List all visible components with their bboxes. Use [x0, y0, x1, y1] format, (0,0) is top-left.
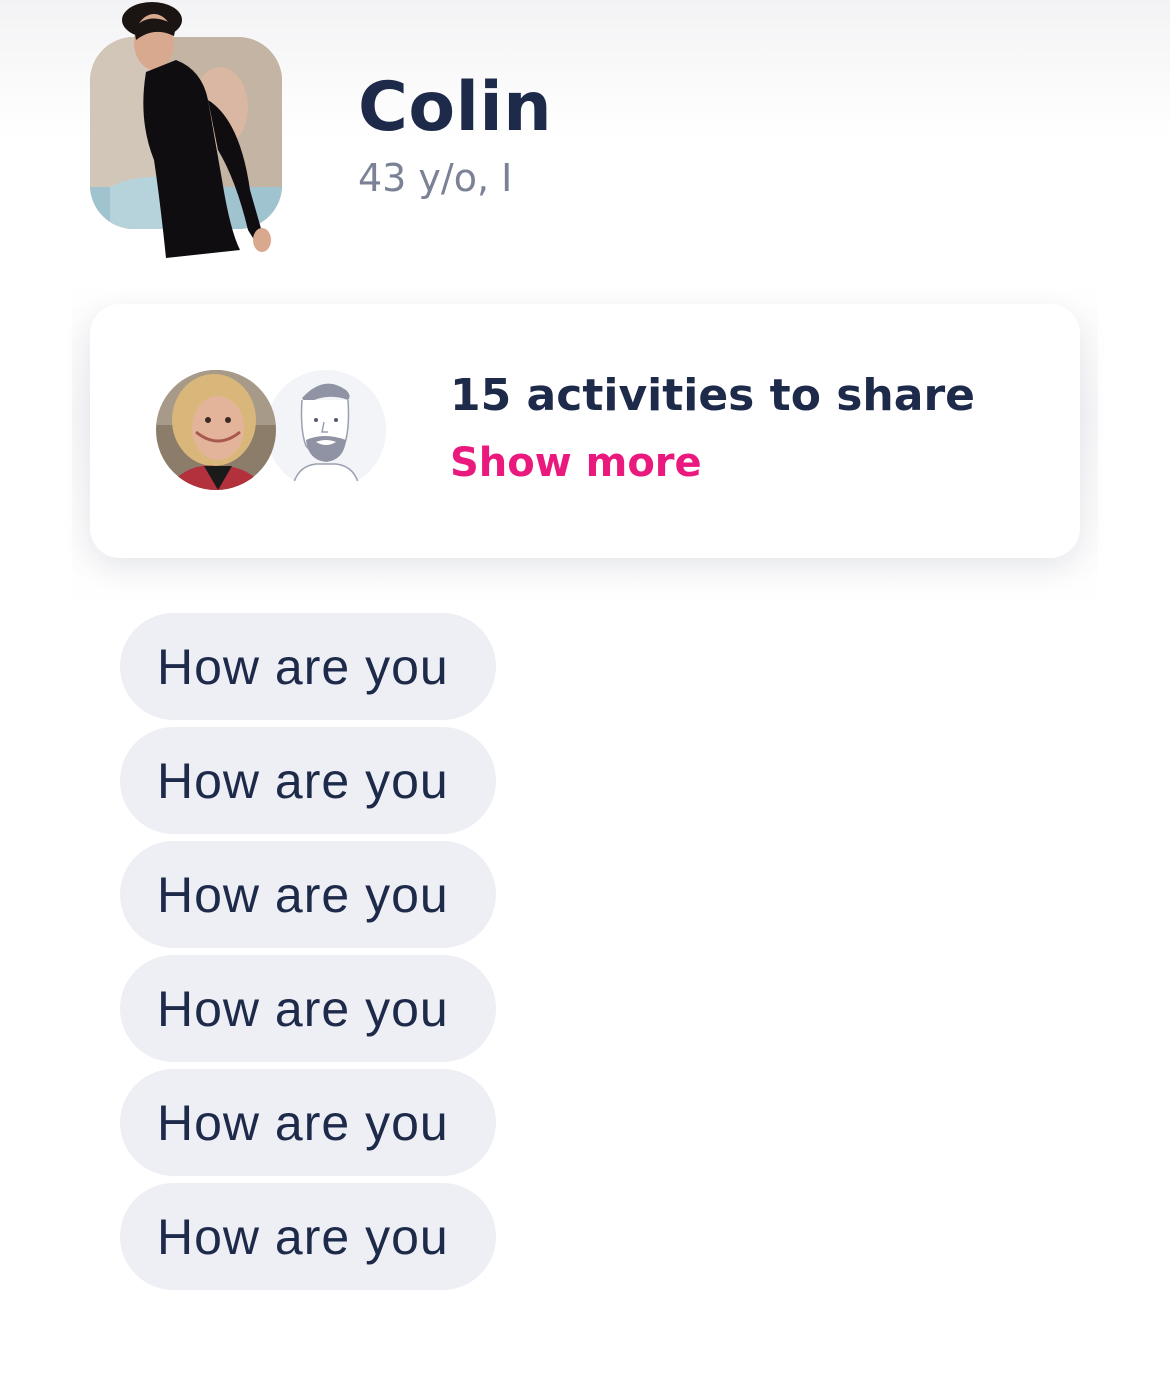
suggestion-chip[interactable]: How are you [120, 955, 496, 1062]
profile-name: Colin [358, 68, 553, 147]
suggestion-chip[interactable]: How are you [120, 613, 496, 720]
suggestion-list: How are you How are you How are you How … [120, 613, 520, 1297]
bearded-man-avatar-icon [266, 370, 386, 490]
suggestion-chip[interactable]: How are you [120, 841, 496, 948]
activities-card[interactable]: 15 activities to share Show more [90, 304, 1080, 558]
show-more-link[interactable]: Show more [450, 438, 702, 488]
profile-meta: 43 y/o, I [358, 156, 513, 200]
woman-avatar-icon [156, 370, 276, 490]
person-figure-icon [122, 2, 271, 258]
activity-avatars [156, 370, 386, 492]
suggestion-chip[interactable]: How are you [120, 1069, 496, 1176]
profile-avatar[interactable] [90, 0, 285, 258]
suggestion-chip[interactable]: How are you [120, 1183, 496, 1290]
suggestion-chip[interactable]: How are you [120, 727, 496, 834]
profile-header: Colin 43 y/o, I [0, 0, 1170, 270]
activities-title: 15 activities to share [450, 370, 975, 421]
